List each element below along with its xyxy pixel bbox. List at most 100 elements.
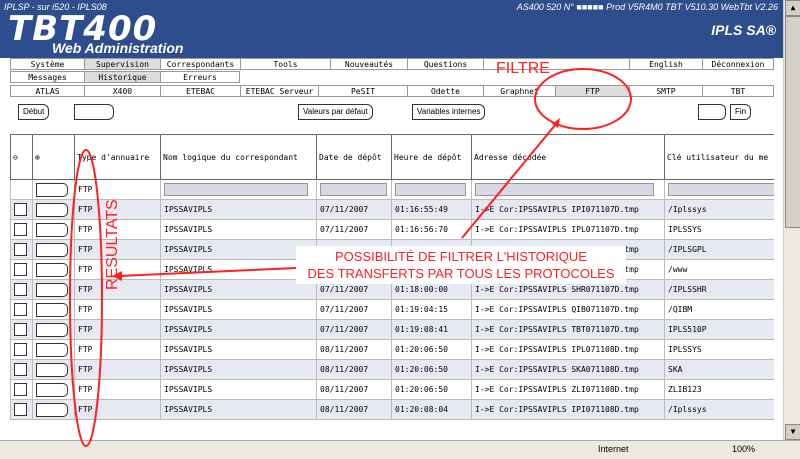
filter-heure[interactable] — [391, 179, 472, 200]
row-select-tab[interactable] — [32, 319, 75, 340]
scroll-down-icon[interactable]: ▼ — [785, 424, 800, 440]
tab-x400[interactable]: X400 — [84, 85, 160, 97]
row-select-tab[interactable] — [32, 199, 75, 220]
row-checkbox[interactable] — [10, 259, 33, 280]
menu-english[interactable]: English — [629, 58, 702, 70]
cell-nom: IPSSAVIPLS — [160, 259, 317, 280]
zoom-level[interactable]: 100% — [732, 444, 755, 454]
row-checkbox[interactable] — [10, 359, 33, 380]
tab-graphnet[interactable]: Graphnet — [483, 85, 555, 97]
table-row[interactable]: FTP IPSSAVIPLS 07/11/2007 01:16:56:70 I->E C… — [10, 219, 774, 240]
tab-ftp[interactable]: FTP — [555, 85, 629, 97]
menu-tools[interactable]: Tools — [240, 58, 330, 70]
row-select-tab[interactable] — [32, 259, 75, 280]
filter-apply-button[interactable] — [32, 179, 75, 200]
valeurs-par-defaut-button[interactable]: Valeurs par défaut — [298, 104, 373, 120]
cell-type: FTP — [74, 299, 161, 320]
cell-date: 07/11/2007 — [316, 319, 392, 340]
cell-adresse: I->E Cor:IPSSAVIPLS IPI071108D.tmp — [471, 399, 665, 420]
tab-tbt[interactable]: TBT — [702, 85, 774, 97]
fin-button[interactable]: Fin — [730, 104, 752, 120]
col-date-depot[interactable]: Date de dépôt — [316, 134, 392, 180]
tab-smtp[interactable]: SMTP — [629, 85, 702, 97]
row-checkbox[interactable] — [10, 239, 33, 260]
menu-questions[interactable]: Questions — [407, 58, 483, 70]
debut-button[interactable]: Début — [18, 104, 50, 120]
scroll-thumb[interactable] — [785, 16, 800, 228]
filter-type[interactable]: FTP — [74, 179, 161, 200]
menu-correspondants[interactable]: Correspondants — [160, 58, 240, 70]
menu-erreurs[interactable]: Erreurs — [160, 71, 240, 83]
table-row[interactable]: FTP IPSSAVIPLS 08/11/2007 01:20:06:50 I->E C… — [10, 379, 774, 400]
row-checkbox[interactable] — [10, 219, 33, 240]
tab-atlas[interactable]: ATLAS — [10, 85, 84, 97]
tab-etebac[interactable]: ETEBAC — [160, 85, 240, 97]
menu-nouveautes[interactable]: Nouveautés — [330, 58, 407, 70]
callout-line1: POSSIBILITÉ DE FILTRER L'HISTORIQUE — [335, 249, 587, 264]
table-header: ⊖ ⊕ Type d'annuaire Nom logique du corre… — [10, 134, 774, 180]
row-select-tab[interactable] — [32, 279, 75, 300]
previous-button[interactable] — [74, 104, 114, 120]
row-checkbox[interactable] — [10, 399, 33, 420]
tab-odette[interactable]: Odette — [407, 85, 483, 97]
table-row[interactable]: FTP IPSSAVIPLS 07/11/2007 01:19:08:41 I->E C… — [10, 319, 774, 340]
tab-pesit[interactable]: PeSIT — [318, 85, 407, 97]
filter-adresse[interactable] — [471, 179, 665, 200]
filter-date[interactable] — [316, 179, 392, 200]
cell-nom: IPSSAVIPLS — [160, 279, 317, 300]
row-select-tab[interactable] — [32, 399, 75, 420]
row-checkbox[interactable] — [10, 299, 33, 320]
row-checkbox[interactable] — [10, 279, 33, 300]
collapse-icon[interactable]: ⊖ — [10, 134, 33, 180]
row-checkbox[interactable] — [10, 319, 33, 340]
row-select-tab[interactable] — [32, 239, 75, 260]
next-button[interactable] — [698, 104, 726, 120]
cell-nom: IPSSAVIPLS — [160, 379, 317, 400]
row-checkbox[interactable] — [10, 339, 33, 360]
menu-row-main: Système Supervision Correspondants Tools… — [10, 58, 774, 70]
cell-heure: 01:19:04:15 — [391, 299, 472, 320]
filter-nom[interactable] — [160, 179, 317, 200]
col-nom-logique[interactable]: Nom logique du correspondant — [160, 134, 317, 180]
cell-cle: ZLIB123 — [664, 379, 774, 400]
menu-systeme[interactable]: Système — [10, 58, 84, 70]
expand-icon[interactable]: ⊕ — [32, 134, 75, 180]
cell-date: 07/11/2007 — [316, 199, 392, 220]
menu-messages[interactable]: Messages — [10, 71, 84, 83]
menu-historique[interactable]: Historique — [84, 71, 160, 83]
filter-cle[interactable] — [664, 179, 774, 200]
col-heure-depot[interactable]: Heure de dépôt — [391, 134, 472, 180]
status-zone: Internet — [598, 444, 629, 454]
row-checkbox[interactable] — [10, 199, 33, 220]
scroll-up-icon[interactable]: ▲ — [785, 0, 800, 16]
app-logo-subtitle: Web Administration — [52, 40, 184, 56]
cell-adresse: I->E Cor:IPSSAVIPLS TBT071107D.tmp — [471, 319, 665, 340]
cell-date: 08/11/2007 — [316, 399, 392, 420]
table-row[interactable]: FTP IPSSAVIPLS 08/11/2007 01:20:06:50 I->E C… — [10, 339, 774, 360]
variables-internes-button[interactable]: Variables internes — [412, 104, 486, 120]
row-select-tab[interactable] — [32, 359, 75, 380]
menu-deconnexion[interactable]: Déconnexion — [702, 58, 774, 70]
col-adresse-decodee[interactable]: Adresse décodée — [471, 134, 665, 180]
menu-row-protocols: ATLAS X400 ETEBAC ETEBAC Serveur PeSIT O… — [10, 85, 774, 97]
col-cle-utilisateur[interactable]: Clé utilisateur du me — [664, 134, 774, 180]
vertical-scrollbar[interactable]: ▲ ▼ — [783, 0, 800, 440]
row-select-tab[interactable] — [32, 299, 75, 320]
col-type-annuaire[interactable]: Type d'annuaire — [74, 134, 161, 180]
row-checkbox[interactable] — [10, 379, 33, 400]
table-row[interactable]: FTP IPSSAVIPLS 07/11/2007 01:16:55:49 I->E C… — [10, 199, 774, 220]
row-select-tab[interactable] — [32, 379, 75, 400]
table-row[interactable]: FTP IPSSAVIPLS 08/11/2007 01:20:06:50 I->E C… — [10, 359, 774, 380]
table-row[interactable]: FTP IPSSAVIPLS 08/11/2007 01:20:08:04 I->E C… — [10, 399, 774, 420]
cell-nom: IPSSAVIPLS — [160, 239, 317, 260]
menu-supervision[interactable]: Supervision — [84, 58, 160, 70]
row-select-tab[interactable] — [32, 339, 75, 360]
cell-date: 08/11/2007 — [316, 339, 392, 360]
tab-etebac-serveur[interactable]: ETEBAC Serveur — [240, 85, 318, 97]
app-header: IPLSP - sur i520 - IPLS08 AS400 520 N° ■… — [0, 0, 784, 58]
cell-cle: /IPLSGPL — [664, 239, 774, 260]
header-system-info: AS400 520 N° ■■■■■ Prod V5R4M0 TBT V510.… — [516, 2, 778, 12]
table-row[interactable]: FTP IPSSAVIPLS 07/11/2007 01:19:04:15 I->E C… — [10, 299, 774, 320]
row-select-tab[interactable] — [32, 219, 75, 240]
results-grid: ⊖ ⊕ Type d'annuaire Nom logique du corre… — [10, 134, 774, 444]
